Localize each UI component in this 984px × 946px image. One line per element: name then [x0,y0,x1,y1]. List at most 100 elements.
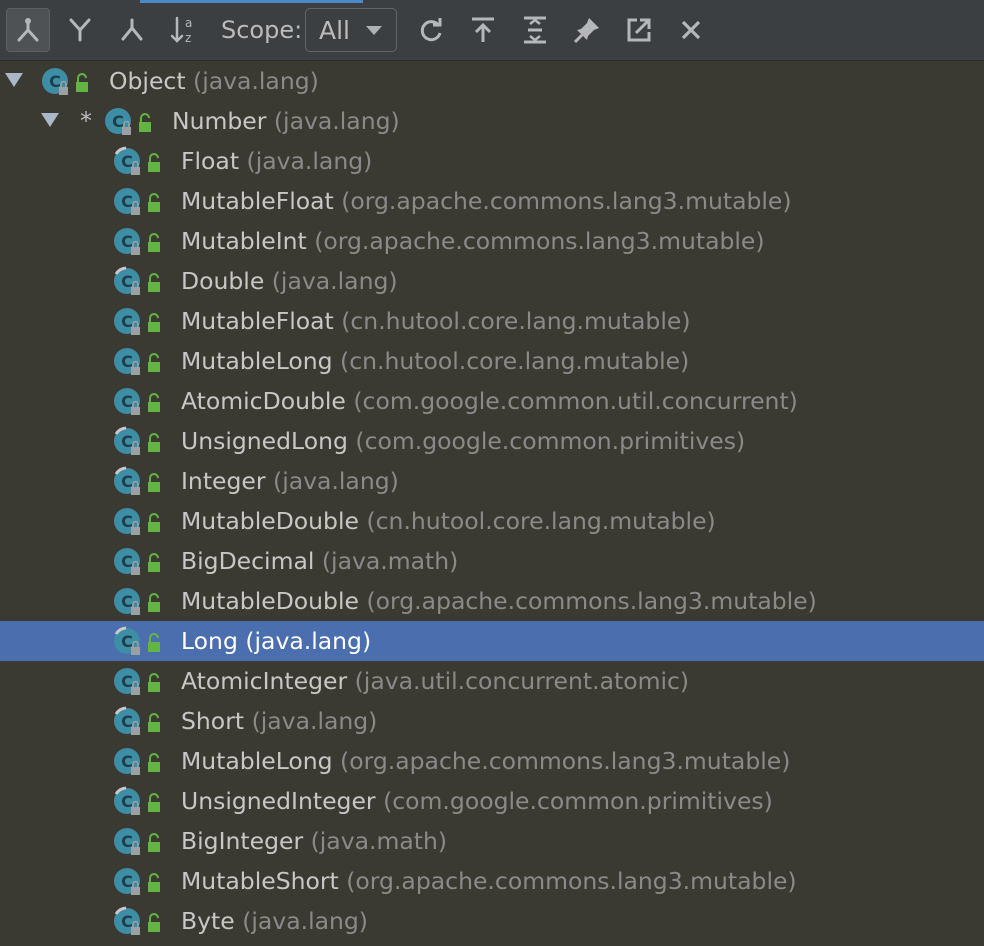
export-button[interactable] [461,8,505,52]
supertypes-hierarchy-icon [13,15,43,45]
class-name: MutableLong [181,347,333,375]
tree-row[interactable]: C MutableLong (cn.hutool.core.lang.mutabl… [0,341,984,381]
tree-row-label: MutableDouble (org.apache.commons.lang3.… [181,585,817,617]
tree-row[interactable]: C MutableDouble (org.apache.commons.lang3… [0,581,984,621]
expand-all-button[interactable] [513,8,557,52]
tree-row-label: Short (java.lang) [181,705,377,737]
refresh-icon [416,15,446,45]
package-name: (java.math) [310,827,448,855]
class-icon: C [114,348,140,375]
public-access-icon [148,913,160,932]
class-icon: C [105,108,131,135]
class-name: MutableDouble [181,507,359,535]
package-name: (java.lang) [246,147,373,175]
public-access-icon [139,113,151,132]
tree-row-label: MutableInt (org.apache.commons.lang3.mut… [181,225,765,257]
tree-row[interactable]: C MutableShort (org.apache.commons.lang3.… [0,861,984,901]
svg-text:a: a [185,16,192,30]
tree-row[interactable]: * C Number (java.lang) [0,101,984,141]
tree-row-label: Object (java.lang) [109,65,319,97]
tree-row-label: AtomicDouble (com.google.common.util.con… [181,385,798,417]
close-button[interactable] [669,8,713,52]
tree-row[interactable]: C BigDecimal (java.math) [0,541,984,581]
tree-row-label: MutableLong (cn.hutool.core.lang.mutable… [181,345,689,377]
class-icon: C [114,588,140,615]
public-access-icon [148,153,160,172]
class-name: BigDecimal [181,547,315,575]
final-class-icon: C [114,906,140,935]
class-name: Number [172,107,267,135]
chevron-down-icon [366,26,382,35]
package-name: (java.math) [321,547,459,575]
class-icon: C [114,828,140,855]
class-icon: C [114,868,140,895]
class-name: MutableDouble [181,587,359,615]
class-icon: C [114,308,140,335]
tree-row-label: UnsignedInteger (com.google.common.primi… [181,785,773,817]
package-name: (java.lang) [271,267,398,295]
package-name: (org.apache.commons.lang3.mutable) [341,187,792,215]
final-class-icon: C [114,426,140,455]
tree-row-label: MutableFloat (cn.hutool.core.lang.mutabl… [181,305,690,337]
class-name: AtomicInteger [181,667,348,695]
tree-row[interactable]: C BigInteger (java.math) [0,821,984,861]
class-icon: C [114,668,140,695]
tree-row[interactable]: C Float (java.lang) [0,141,984,181]
tree-row[interactable]: C AtomicDouble (com.google.common.util.co… [0,381,984,421]
type-hierarchy-tree[interactable]: C Object (java.lang) * C Number (java.lang) C… [0,61,984,946]
tree-row-label: BigInteger (java.math) [181,825,447,857]
final-class-icon: C [114,626,140,655]
package-name: (org.apache.commons.lang3.mutable) [366,587,817,615]
tree-row-label: Double (java.lang) [181,265,398,297]
tree-row[interactable]: C Long (java.lang) [0,621,984,661]
class-name: MutableInt [181,227,307,255]
package-name: (java.lang) [273,107,400,135]
class-name: MutableLong [181,747,333,775]
scope-dropdown[interactable]: All [305,8,397,52]
tree-row-label: MutableLong (org.apache.commons.lang3.mu… [181,745,790,777]
tree-row[interactable]: C MutableFloat (cn.hutool.core.lang.mutab… [0,301,984,341]
tree-row-label: AtomicInteger (java.util.concurrent.atom… [181,665,689,697]
class-name: Float [181,147,240,175]
tree-row[interactable]: C UnsignedLong (com.google.common.primiti… [0,421,984,461]
pin-button[interactable] [565,8,609,52]
class-name: Byte [181,907,235,935]
package-name: (com.google.common.util.concurrent) [353,387,798,415]
final-class-icon: C [114,266,140,295]
final-class-icon: C [114,146,140,175]
class-name: Long [181,627,238,655]
tree-row[interactable]: C MutableFloat (org.apache.commons.lang3.… [0,181,984,221]
supertypes-hierarchy-button[interactable] [6,8,50,52]
focus-marker: * [80,107,92,135]
class-name: MutableFloat [181,307,334,335]
expand-arrow-icon[interactable] [41,113,59,127]
expand-all-icon [520,15,550,45]
tree-row[interactable]: C AtomicInteger (java.util.concurrent.ato… [0,661,984,701]
class-hierarchy-button[interactable] [110,8,154,52]
subtypes-hierarchy-button[interactable] [58,8,102,52]
class-name: BigInteger [181,827,304,855]
tree-row[interactable]: C UnsignedInteger (com.google.common.prim… [0,781,984,821]
tree-row[interactable]: C Short (java.lang) [0,701,984,741]
tree-row[interactable]: C Byte (java.lang) [0,901,984,941]
tree-row[interactable]: C MutableDouble (cn.hutool.core.lang.muta… [0,501,984,541]
tree-row[interactable]: C Double (java.lang) [0,261,984,301]
public-access-icon [148,553,160,572]
tree-row[interactable]: C MutableLong (org.apache.commons.lang3.m… [0,741,984,781]
package-name: (org.apache.commons.lang3.mutable) [340,747,791,775]
refresh-button[interactable] [409,8,453,52]
sort-alphabetically-button[interactable]: a z [162,8,206,52]
export-icon [468,15,498,45]
tree-row-label: MutableFloat (org.apache.commons.lang3.m… [181,185,792,217]
tree-row-label: Byte (java.lang) [181,905,368,937]
tree-row[interactable]: C Integer (java.lang) [0,461,984,501]
tree-row-label: Float (java.lang) [181,145,372,177]
tree-row[interactable]: C Object (java.lang) [0,61,984,101]
tree-row-label: UnsignedLong (com.google.common.primitiv… [181,425,745,457]
tree-row-label: BigDecimal (java.math) [181,545,458,577]
expand-arrow-icon[interactable] [5,73,23,87]
class-icon: C [114,508,140,535]
open-in-window-button[interactable] [617,8,661,52]
tree-row[interactable]: C MutableInt (org.apache.commons.lang3.mu… [0,221,984,261]
tree-row-label: Integer (java.lang) [181,465,399,497]
